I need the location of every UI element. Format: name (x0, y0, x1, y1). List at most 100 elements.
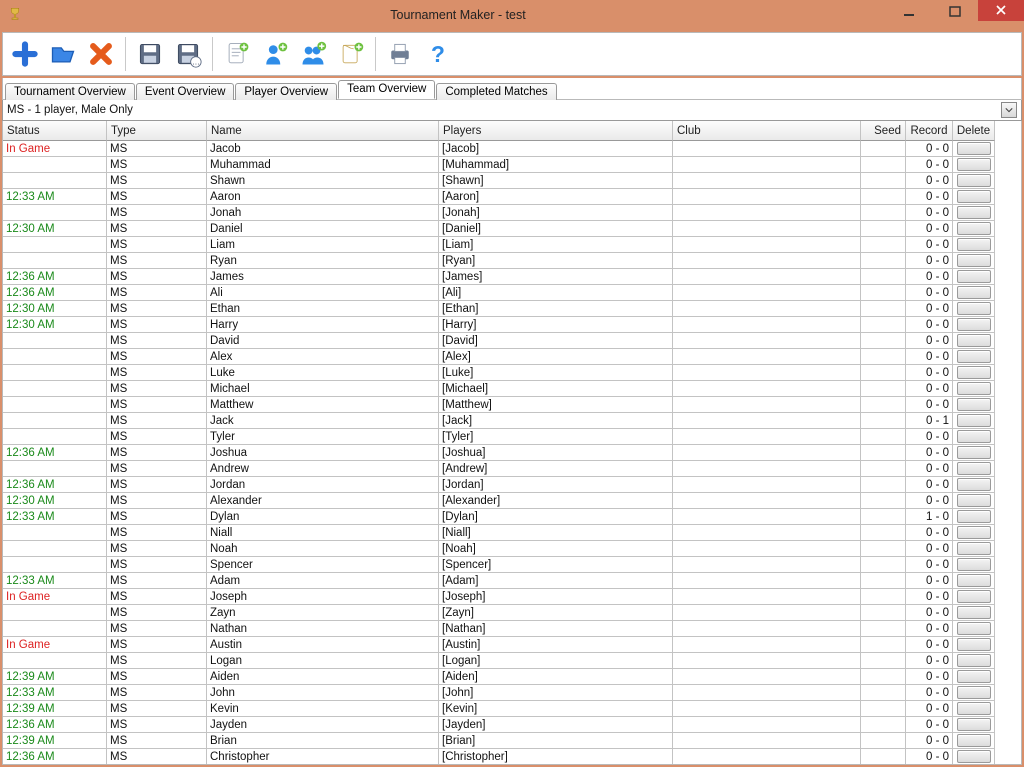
table-row[interactable]: MSLogan[Logan]0 - 0 (3, 653, 995, 669)
import-button[interactable] (333, 36, 369, 72)
tab-team-overview[interactable]: Team Overview (338, 80, 435, 99)
table-row[interactable]: MSRyan[Ryan]0 - 0 (3, 253, 995, 269)
delete-row-button[interactable] (957, 558, 991, 571)
delete-row-button[interactable] (957, 318, 991, 331)
table-row[interactable]: MSShawn[Shawn]0 - 0 (3, 173, 995, 189)
col-header-delete[interactable]: Delete (953, 121, 995, 141)
delete-row-button[interactable] (957, 366, 991, 379)
window-maximize-button[interactable] (932, 0, 978, 24)
open-tournament-button[interactable] (45, 36, 81, 72)
delete-row-button[interactable] (957, 750, 991, 763)
table-row[interactable]: In GameMSAustin[Austin]0 - 0 (3, 637, 995, 653)
table-row[interactable]: 12:36 AMMSJayden[Jayden]0 - 0 (3, 717, 995, 733)
col-header-club[interactable]: Club (673, 121, 861, 141)
table-row[interactable]: MSJonah[Jonah]0 - 0 (3, 205, 995, 221)
delete-row-button[interactable] (957, 702, 991, 715)
help-button[interactable]: ? (420, 36, 456, 72)
delete-row-button[interactable] (957, 686, 991, 699)
delete-row-button[interactable] (957, 382, 991, 395)
col-header-name[interactable]: Name (207, 121, 439, 141)
table-row[interactable]: MSJack[Jack]0 - 1 (3, 413, 995, 429)
save-button[interactable] (132, 36, 168, 72)
new-tournament-button[interactable] (7, 36, 43, 72)
col-header-status[interactable]: Status (3, 121, 107, 141)
delete-row-button[interactable] (957, 542, 991, 555)
table-row[interactable]: 12:36 AMMSJordan[Jordan]0 - 0 (3, 477, 995, 493)
table-row[interactable]: MSAlex[Alex]0 - 0 (3, 349, 995, 365)
delete-row-button[interactable] (957, 174, 991, 187)
new-event-button[interactable] (219, 36, 255, 72)
delete-button[interactable] (83, 36, 119, 72)
delete-row-button[interactable] (957, 590, 991, 603)
table-row[interactable]: MSMuhammad[Muhammad]0 - 0 (3, 157, 995, 173)
delete-row-button[interactable] (957, 334, 991, 347)
table-row[interactable]: MSDavid[David]0 - 0 (3, 333, 995, 349)
grid-body[interactable]: In GameMSJacob[Jacob]0 - 0MSMuhammad[Muh… (3, 141, 995, 764)
delete-row-button[interactable] (957, 350, 991, 363)
col-header-players[interactable]: Players (439, 121, 673, 141)
table-row[interactable]: MSTyler[Tyler]0 - 0 (3, 429, 995, 445)
table-row[interactable]: 12:30 AMMSHarry[Harry]0 - 0 (3, 317, 995, 333)
delete-row-button[interactable] (957, 526, 991, 539)
delete-row-button[interactable] (957, 478, 991, 491)
add-team-button[interactable] (295, 36, 331, 72)
table-row[interactable]: 12:33 AMMSDylan[Dylan]1 - 0 (3, 509, 995, 525)
delete-row-button[interactable] (957, 574, 991, 587)
table-row[interactable]: 12:36 AMMSJames[James]0 - 0 (3, 269, 995, 285)
window-minimize-button[interactable] (886, 0, 932, 24)
event-filter-combo[interactable]: MS - 1 player, Male Only (2, 100, 1022, 121)
table-row[interactable]: In GameMSJoseph[Joseph]0 - 0 (3, 589, 995, 605)
delete-row-button[interactable] (957, 222, 991, 235)
table-row[interactable]: 12:33 AMMSAaron[Aaron]0 - 0 (3, 189, 995, 205)
chevron-down-icon[interactable] (1001, 102, 1017, 118)
table-row[interactable]: In GameMSJacob[Jacob]0 - 0 (3, 141, 995, 157)
table-row[interactable]: 12:39 AMMSAiden[Aiden]0 - 0 (3, 669, 995, 685)
table-row[interactable]: MSLuke[Luke]0 - 0 (3, 365, 995, 381)
delete-row-button[interactable] (957, 510, 991, 523)
save-as-button[interactable]: … (170, 36, 206, 72)
delete-row-button[interactable] (957, 462, 991, 475)
table-row[interactable]: MSNathan[Nathan]0 - 0 (3, 621, 995, 637)
delete-row-button[interactable] (957, 158, 991, 171)
table-row[interactable]: 12:39 AMMSKevin[Kevin]0 - 0 (3, 701, 995, 717)
add-player-button[interactable] (257, 36, 293, 72)
table-row[interactable]: 12:30 AMMSAlexander[Alexander]0 - 0 (3, 493, 995, 509)
delete-row-button[interactable] (957, 734, 991, 747)
delete-row-button[interactable] (957, 606, 991, 619)
table-row[interactable]: 12:36 AMMSChristopher[Christopher]0 - 0 (3, 749, 995, 764)
col-header-record[interactable]: Record (906, 121, 953, 141)
table-row[interactable]: 12:33 AMMSJohn[John]0 - 0 (3, 685, 995, 701)
table-row[interactable]: MSMatthew[Matthew]0 - 0 (3, 397, 995, 413)
delete-row-button[interactable] (957, 206, 991, 219)
table-row[interactable]: 12:39 AMMSBrian[Brian]0 - 0 (3, 733, 995, 749)
table-row[interactable]: MSNoah[Noah]0 - 0 (3, 541, 995, 557)
delete-row-button[interactable] (957, 286, 991, 299)
delete-row-button[interactable] (957, 414, 991, 427)
tab-tournament-overview[interactable]: Tournament Overview (5, 83, 135, 100)
table-row[interactable]: MSZayn[Zayn]0 - 0 (3, 605, 995, 621)
delete-row-button[interactable] (957, 670, 991, 683)
delete-row-button[interactable] (957, 238, 991, 251)
col-header-seed[interactable]: Seed (861, 121, 906, 141)
delete-row-button[interactable] (957, 142, 991, 155)
delete-row-button[interactable] (957, 494, 991, 507)
delete-row-button[interactable] (957, 622, 991, 635)
window-close-button[interactable] (978, 0, 1024, 21)
table-row[interactable]: MSNiall[Niall]0 - 0 (3, 525, 995, 541)
table-row[interactable]: MSMichael[Michael]0 - 0 (3, 381, 995, 397)
delete-row-button[interactable] (957, 398, 991, 411)
delete-row-button[interactable] (957, 190, 991, 203)
tab-player-overview[interactable]: Player Overview (235, 83, 337, 100)
table-row[interactable]: MSLiam[Liam]0 - 0 (3, 237, 995, 253)
delete-row-button[interactable] (957, 654, 991, 667)
print-button[interactable] (382, 36, 418, 72)
table-row[interactable]: 12:36 AMMSAli[Ali]0 - 0 (3, 285, 995, 301)
delete-row-button[interactable] (957, 718, 991, 731)
delete-row-button[interactable] (957, 446, 991, 459)
table-row[interactable]: MSAndrew[Andrew]0 - 0 (3, 461, 995, 477)
tab-completed-matches[interactable]: Completed Matches (436, 83, 556, 100)
delete-row-button[interactable] (957, 302, 991, 315)
table-row[interactable]: 12:36 AMMSJoshua[Joshua]0 - 0 (3, 445, 995, 461)
table-row[interactable]: 12:33 AMMSAdam[Adam]0 - 0 (3, 573, 995, 589)
delete-row-button[interactable] (957, 270, 991, 283)
